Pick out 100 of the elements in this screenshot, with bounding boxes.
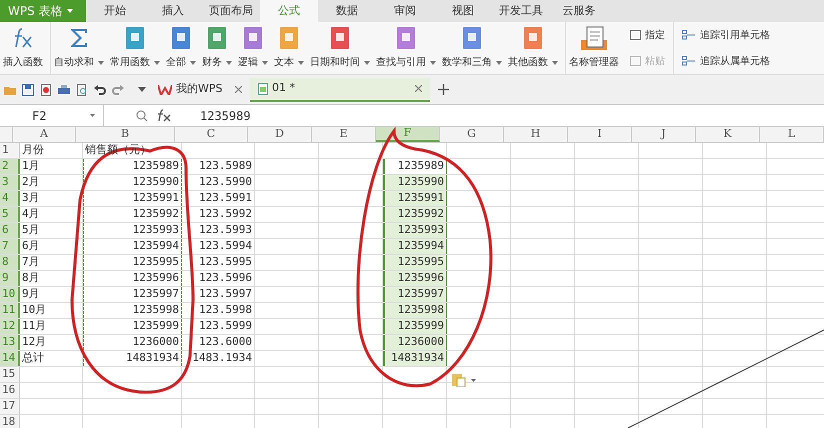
column-header[interactable]: C — [175, 127, 248, 142]
cell[interactable]: 1235997 — [83, 287, 182, 302]
formula-field[interactable]: 1235989 — [192, 105, 824, 126]
cell[interactable]: 1235993 — [83, 223, 182, 238]
ribbon-tab[interactable]: 公式 — [260, 0, 318, 22]
column-header[interactable]: L — [760, 127, 824, 142]
ribbon-tab[interactable]: 数据 — [318, 0, 376, 22]
cell[interactable]: 1483.1934 — [182, 351, 255, 366]
cell[interactable]: 123.5997 — [182, 287, 255, 302]
cell[interactable]: 1236000 — [83, 335, 182, 350]
column-header[interactable]: G — [440, 127, 504, 142]
ribbon-tab[interactable]: 云服务 — [550, 0, 608, 22]
ribbon-tab[interactable]: 审阅 — [376, 0, 434, 22]
column-header[interactable]: I — [568, 127, 632, 142]
ribbon-button[interactable]: 数学和三角 — [439, 22, 505, 74]
name-box[interactable]: F2 — [0, 105, 104, 126]
column-header[interactable]: A — [13, 127, 76, 142]
cell[interactable]: 3月 — [20, 191, 83, 206]
ribbon-button[interactable]: 文本 — [271, 22, 307, 74]
cell[interactable]: 1235994 — [383, 239, 447, 254]
close-icon[interactable] — [415, 85, 422, 92]
cell[interactable]: 1235990 — [83, 175, 182, 190]
trace-button[interactable]: 追踪引用单元格 — [682, 28, 770, 42]
undo-icon[interactable] — [94, 84, 106, 96]
cell[interactable]: 1235998 — [83, 303, 182, 318]
ribbon-tab[interactable]: 页面布局 — [202, 0, 260, 22]
ribbon-tab[interactable]: 插入 — [144, 0, 202, 22]
row-header[interactable]: 15 — [0, 367, 20, 382]
cell[interactable]: 1236000 — [383, 335, 447, 350]
cell[interactable]: 7月 — [20, 255, 83, 270]
ribbon-button[interactable]: 日期和时间 — [307, 22, 373, 74]
row-header[interactable]: 17 — [0, 399, 20, 414]
cell[interactable]: 12月 — [20, 335, 83, 350]
cell[interactable]: 9月 — [20, 287, 83, 302]
cell[interactable]: 123.5995 — [182, 255, 255, 270]
cell[interactable]: 14831934 — [83, 351, 182, 366]
cell[interactable]: 2月 — [20, 175, 83, 190]
cell[interactable]: 总计 — [20, 351, 83, 366]
redo-icon[interactable] — [112, 84, 124, 96]
ribbon-tab[interactable]: 开发工具 — [492, 0, 550, 22]
column-header[interactable]: H — [504, 127, 568, 142]
plus-icon[interactable] — [438, 84, 449, 95]
cell[interactable]: 123.5990 — [182, 175, 255, 190]
cell[interactable]: 1235990 — [383, 175, 447, 190]
ribbon-tab[interactable]: 开始 — [86, 0, 144, 22]
cell[interactable]: 123.5996 — [182, 271, 255, 286]
ribbon-tab[interactable]: 视图 — [434, 0, 492, 22]
cell[interactable]: 5月 — [20, 223, 83, 238]
trace-button[interactable]: 追踪从属单元格 — [682, 54, 770, 68]
column-header[interactable]: J — [632, 127, 696, 142]
ribbon-button[interactable]: 财务 — [199, 22, 235, 74]
column-header[interactable]: K — [696, 127, 760, 142]
preview-icon[interactable] — [76, 84, 88, 96]
ribbon-button[interactable]: 查找与引用 — [373, 22, 439, 74]
cell[interactable]: 123.5989 — [182, 159, 255, 174]
row-header[interactable]: 1 — [0, 143, 20, 158]
column-header[interactable]: D — [248, 127, 312, 142]
paste-options-icon[interactable] — [452, 373, 476, 387]
ribbon-button[interactable]: 全部 — [163, 22, 199, 74]
cell[interactable]: 1235989 — [383, 159, 447, 174]
cell[interactable]: 月份 — [20, 143, 83, 158]
cell[interactable]: 11月 — [20, 319, 83, 334]
cell[interactable]: 123.5994 — [182, 239, 255, 254]
cell[interactable]: 123.5992 — [182, 207, 255, 222]
cell[interactable]: 6月 — [20, 239, 83, 254]
function-icon[interactable] — [156, 109, 172, 122]
cell[interactable]: 123.5998 — [182, 303, 255, 318]
cell[interactable]: 1235995 — [383, 255, 447, 270]
cell[interactable]: 123.6000 — [182, 335, 255, 350]
row-header[interactable]: 18 — [0, 415, 20, 428]
cell[interactable]: 1235995 — [83, 255, 182, 270]
cell[interactable]: 123.5999 — [182, 319, 255, 334]
column-header[interactable]: B — [76, 127, 175, 142]
document-tab[interactable]: 01 * — [250, 78, 430, 102]
cell[interactable]: 1235997 — [383, 287, 447, 302]
cell[interactable]: 4月 — [20, 207, 83, 222]
cell[interactable]: 1235992 — [383, 207, 447, 222]
cell[interactable]: 14831934 — [383, 351, 447, 366]
cell[interactable]: 123.5993 — [182, 223, 255, 238]
zoom-icon[interactable] — [136, 110, 148, 122]
cell[interactable]: 1235999 — [383, 319, 447, 334]
cell[interactable]: 8月 — [20, 271, 83, 286]
print-icon[interactable] — [58, 84, 70, 96]
document-tab[interactable]: 我的WPS — [150, 78, 250, 102]
cell[interactable]: 1235996 — [383, 271, 447, 286]
cell[interactable]: 1235994 — [83, 239, 182, 254]
row-header[interactable]: 16 — [0, 383, 20, 398]
cell[interactable]: 1月 — [20, 159, 83, 174]
cell[interactable]: 1235991 — [83, 191, 182, 206]
close-icon[interactable] — [235, 86, 242, 93]
export-icon[interactable] — [40, 84, 52, 96]
cell[interactable]: 1235991 — [383, 191, 447, 206]
caret-icon[interactable] — [138, 87, 146, 92]
cell[interactable]: 1235999 — [83, 319, 182, 334]
cell[interactable]: 1235996 — [83, 271, 182, 286]
cell[interactable]: 1235989 — [83, 159, 182, 174]
ribbon-button[interactable]: 插入函数 — [0, 22, 46, 74]
ribbon-button[interactable]: 常用函数 — [107, 22, 163, 74]
cell[interactable]: 1235992 — [83, 207, 182, 222]
ribbon-button[interactable]: 名称管理器 — [565, 22, 622, 74]
